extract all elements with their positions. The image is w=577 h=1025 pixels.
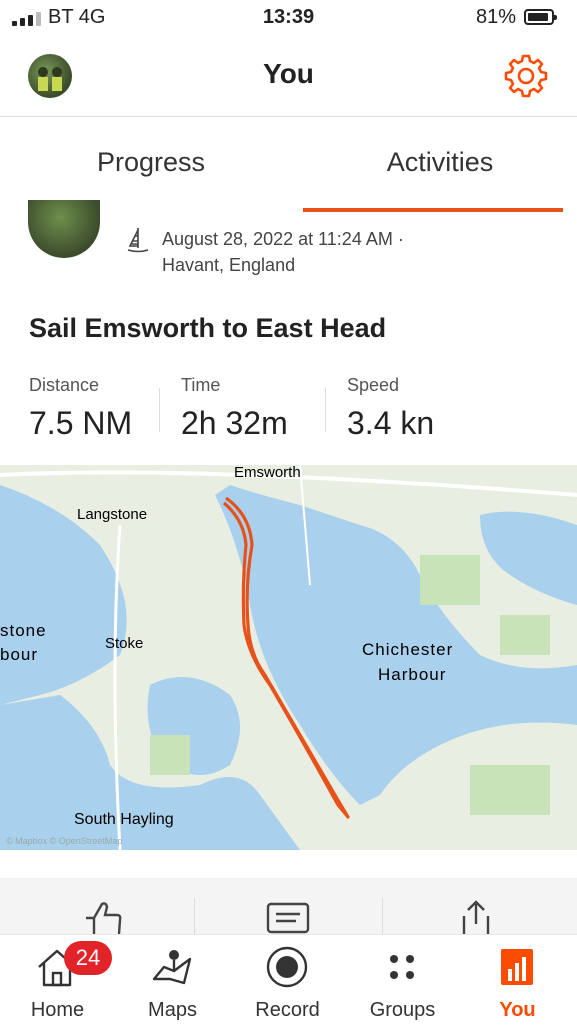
- status-bar: BT 4G 13:39 81%: [0, 0, 577, 40]
- stat-distance-label: Distance: [29, 375, 100, 395]
- map-attribution: © Mapbox © OpenStreetMap: [6, 836, 122, 846]
- activity-date: August 28, 2022 at 11:24 AM ·: [162, 229, 404, 249]
- map-label-bour: bour: [0, 645, 38, 664]
- share-icon[interactable]: [458, 898, 494, 934]
- nav-record-label: Record: [255, 999, 320, 1021]
- activity-title[interactable]: Sail Emsworth to East Head: [29, 313, 386, 344]
- map-label-south-hayling: South Hayling: [74, 811, 174, 828]
- map-label-chichester: Chichester: [362, 640, 453, 659]
- tab-progress[interactable]: Progress: [7, 147, 295, 178]
- battery-icon: [524, 9, 557, 25]
- nav-you[interactable]: You: [460, 935, 575, 1025]
- activity-location: Havant, England: [162, 255, 296, 275]
- stat-distance-value: 7.5 NM: [29, 405, 133, 441]
- route-map[interactable]: Emsworth Langstone stone bour Stoke Chic…: [0, 465, 577, 850]
- nav-maps[interactable]: Maps: [115, 935, 230, 1025]
- battery-percent: 81%: [476, 6, 517, 28]
- action-divider: [382, 898, 383, 934]
- notification-badge: 24: [64, 941, 112, 975]
- tab-activities[interactable]: Activities: [296, 147, 577, 178]
- nav-groups[interactable]: Groups: [345, 935, 460, 1025]
- stat-time-label: Time: [181, 375, 221, 395]
- comment-icon[interactable]: [266, 902, 310, 934]
- kudos-thumb-icon[interactable]: [80, 898, 124, 934]
- map-label-emsworth: Emsworth: [234, 465, 301, 481]
- you-icon: [501, 949, 533, 985]
- maps-icon: [152, 950, 192, 985]
- nav-groups-label: Groups: [369, 999, 436, 1021]
- nav-record[interactable]: Record: [230, 935, 345, 1025]
- settings-gear-icon[interactable]: [502, 52, 550, 100]
- action-divider: [194, 898, 195, 934]
- stat-time-value: 2h 32m: [181, 405, 288, 441]
- nav-maps-label: Maps: [148, 999, 197, 1021]
- stat-speed-value: 3.4 kn: [347, 405, 435, 441]
- nav-home-label: Home: [30, 999, 85, 1021]
- athlete-avatar[interactable]: [28, 200, 100, 258]
- page-title: You: [263, 58, 314, 89]
- nav-you-label: You: [499, 999, 536, 1021]
- stat-speed-label: Speed: [347, 375, 400, 395]
- sail-activity-icon: [127, 228, 149, 253]
- active-tab-indicator: [303, 208, 563, 212]
- map-label-harbour: Harbour: [378, 665, 446, 684]
- groups-icon: [390, 955, 414, 979]
- tab-bar: Progress Activities: [0, 117, 577, 213]
- stat-divider: [325, 388, 326, 432]
- map-label-stoke: Stoke: [105, 635, 143, 652]
- map-label-langstone: Langstone: [77, 506, 147, 523]
- record-icon: [266, 946, 308, 988]
- app-header: You: [0, 40, 577, 117]
- map-label-stone: stone: [0, 621, 47, 640]
- stat-divider: [159, 388, 160, 432]
